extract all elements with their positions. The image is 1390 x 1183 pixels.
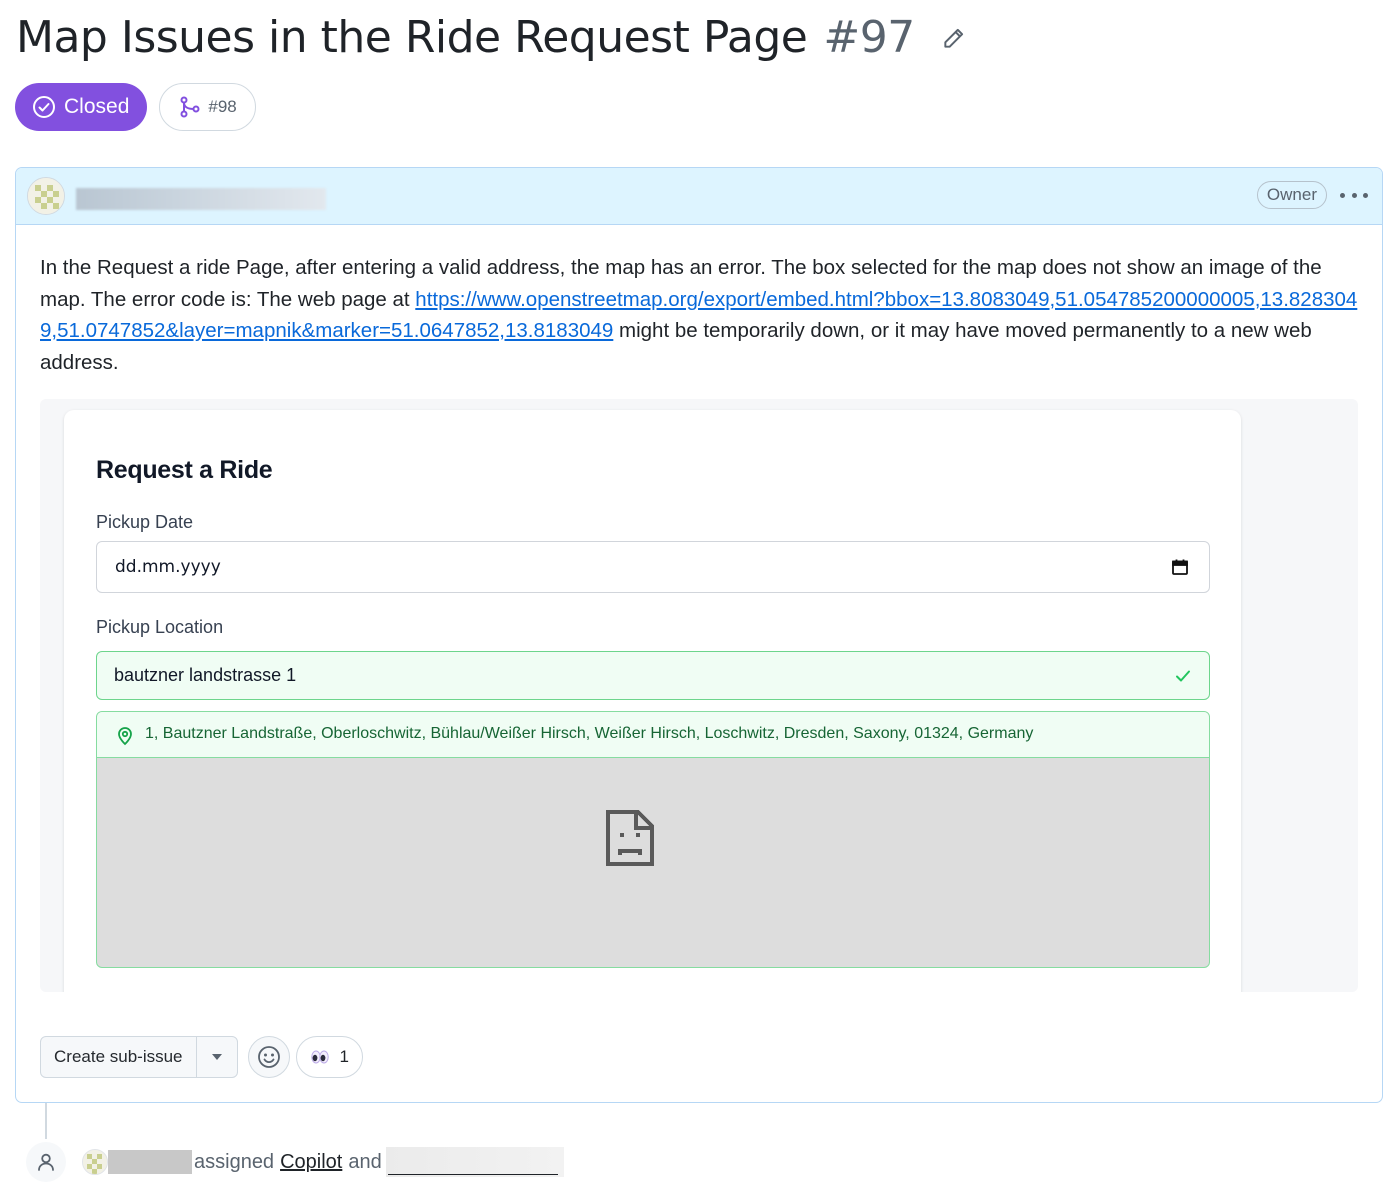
status-row: Closed #98 <box>15 83 256 131</box>
other-assignee-redacted <box>385 1147 564 1177</box>
state-label: Closed <box>64 95 130 118</box>
assignment-event: assigned Copilot and <box>82 1146 564 1178</box>
actor-name-redacted <box>108 1150 192 1174</box>
and-text: and <box>348 1150 382 1173</box>
check-circle-icon <box>33 96 55 118</box>
owner-badge: Owner <box>1256 181 1327 209</box>
identicon-icon <box>28 178 64 214</box>
issue-comment: Owner In the Request a ride Page, after … <box>15 167 1383 1103</box>
create-sub-issue-button[interactable]: Create sub-issue <box>41 1037 197 1077</box>
resolved-address-bar: 1, Bautzner Landstraße, Oberloschwitz, B… <box>97 712 1209 758</box>
resolved-address: 1, Bautzner Landstraße, Oberloschwitz, B… <box>145 725 1034 742</box>
comment-header: Owner <box>16 168 1382 225</box>
location-pin-icon <box>118 727 132 746</box>
linked-pr-number: #98 <box>208 97 237 116</box>
state-badge-closed: Closed <box>15 83 148 131</box>
comment-actions: Create sub-issue 1 <box>40 1036 363 1078</box>
pickup-location-value: bautzner landstrasse 1 <box>114 665 297 685</box>
kebab-icon[interactable] <box>1340 184 1368 206</box>
pickup-date-value: dd.mm.yyyy <box>115 557 221 577</box>
add-reaction-button[interactable] <box>247 1036 290 1078</box>
check-icon <box>1176 670 1190 682</box>
pencil-icon[interactable] <box>941 25 967 51</box>
avatar[interactable] <box>27 177 65 215</box>
timeline-connector <box>45 1103 47 1139</box>
issue-number: #97 <box>823 12 915 63</box>
triangle-down-icon <box>211 1054 222 1060</box>
create-sub-issue-group: Create sub-issue <box>40 1036 238 1078</box>
comment-body: In the Request a ride Page, after enteri… <box>40 252 1362 378</box>
pickup-date-input: dd.mm.yyyy <box>96 541 1210 593</box>
pickup-location-label: Pickup Location <box>96 617 224 637</box>
identicon-icon <box>83 1150 107 1174</box>
calendar-icon <box>1172 559 1188 575</box>
reaction-count: 1 <box>339 1047 349 1066</box>
pickup-location-input: bautzner landstrasse 1 <box>96 651 1210 700</box>
git-merge-icon <box>180 96 200 118</box>
pickup-date-label: Pickup Date <box>96 512 194 532</box>
assigned-text: assigned <box>194 1150 275 1173</box>
issue-title-row: Map Issues in the Ride Request Page #97 <box>16 12 967 63</box>
smiley-icon <box>257 1046 280 1068</box>
assignment-event-badge <box>26 1142 66 1182</box>
broken-image-icon <box>606 810 654 866</box>
person-icon <box>38 1153 54 1171</box>
assignee-copilot-link[interactable]: Copilot <box>280 1151 342 1174</box>
actor-avatar[interactable] <box>82 1149 108 1175</box>
eyes-emoji <box>310 1050 329 1064</box>
map-box: 1, Bautzner Landstraße, Oberloschwitz, B… <box>96 711 1210 968</box>
embedded-screenshot: Request a Ride Pickup Date dd.mm.yyyy Pi… <box>40 399 1358 992</box>
eyes-reaction-button[interactable]: 1 <box>295 1036 363 1078</box>
issue-title: Map Issues in the Ride Request Page <box>16 12 808 63</box>
author-name-redacted <box>76 188 326 210</box>
request-ride-card: Request a Ride Pickup Date dd.mm.yyyy Pi… <box>64 410 1241 992</box>
linked-pr-pill[interactable]: #98 <box>159 83 256 131</box>
card-title: Request a Ride <box>96 456 273 484</box>
sub-issue-dropdown-button[interactable] <box>197 1037 237 1077</box>
